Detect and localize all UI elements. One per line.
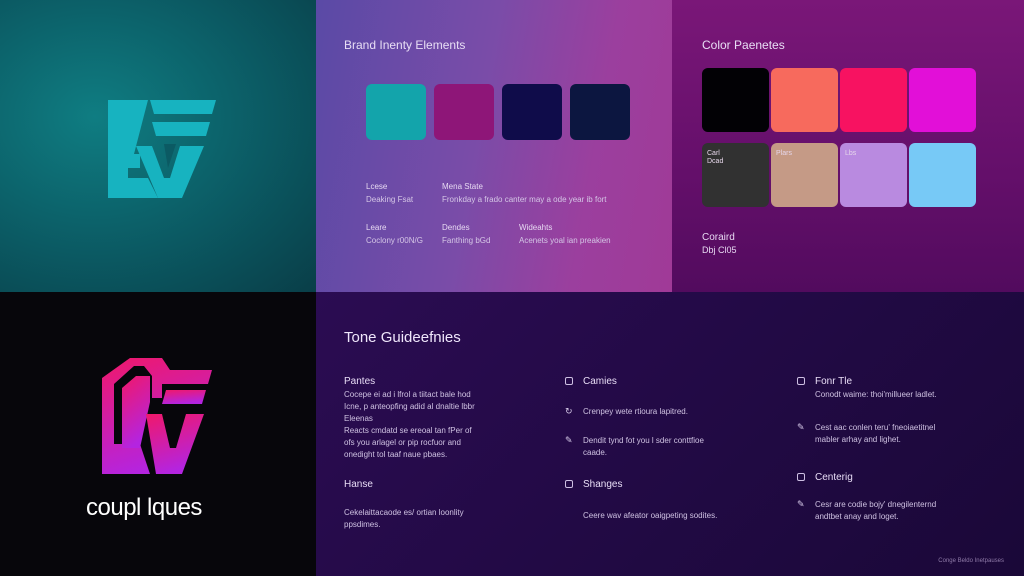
square-icon bbox=[797, 473, 805, 481]
tone-col3-text: mabler arhay and lighet. bbox=[815, 435, 901, 444]
tone-col1-text: Cekelaittacaode es/ ortian loonlity bbox=[344, 508, 464, 517]
tone-col1-text: Icne, p anteopfing adid al dnaltie lbbr bbox=[344, 402, 475, 411]
identity-value-4: Fanthing bGd bbox=[442, 236, 491, 245]
tone-col2-text: caade. bbox=[583, 448, 608, 457]
tone-col2-heading-2: Shanges bbox=[583, 479, 623, 490]
palette-swatch-label: Plars bbox=[776, 150, 792, 157]
tone-guidelines-title: Tone Guideefnies bbox=[344, 329, 461, 346]
palette-swatch-black[interactable] bbox=[702, 68, 769, 132]
identity-swatch-plum[interactable] bbox=[434, 84, 494, 140]
tone-col1-heading-1: Pantes bbox=[344, 376, 376, 387]
tone-col3-heading-1: Fonr Tle bbox=[815, 376, 853, 387]
footer-credit: Conge Beldo Inetpauses bbox=[938, 558, 1004, 564]
identity-swatch-teal[interactable] bbox=[366, 84, 426, 140]
color-palette-title: Color Paenetes bbox=[702, 38, 785, 52]
tone-col1-text: ofs you arlagel or pip rocfuor and bbox=[344, 438, 461, 447]
tone-col2-text: Ceere wav afeator oaigpeting sodites. bbox=[583, 511, 718, 520]
palette-swatch-crimson[interactable] bbox=[840, 68, 907, 132]
tone-col3-heading-2: Centerig bbox=[815, 472, 853, 483]
identity-swatch-midnight[interactable] bbox=[570, 84, 630, 140]
tone-col2-heading-1: Camies bbox=[583, 376, 617, 387]
tone-col2-text: Crenpey wete rtioura lapitred. bbox=[583, 407, 688, 416]
identity-value-2: Fronkday a frado canter may a ode year i… bbox=[442, 195, 607, 204]
palette-swatch-lavender[interactable]: Lbs bbox=[840, 143, 907, 207]
identity-value-3: Coclony r00N/G bbox=[366, 236, 423, 245]
palette-swatch-tan[interactable]: Plars bbox=[771, 143, 838, 207]
identity-label-4: Dendes bbox=[442, 223, 470, 232]
brand-identity-title: Brand Inenty Elements bbox=[344, 38, 466, 52]
palette-swatch-coral[interactable] bbox=[771, 68, 838, 132]
square-icon bbox=[565, 377, 573, 385]
external-link-icon bbox=[797, 377, 805, 385]
identity-swatch-navy[interactable] bbox=[502, 84, 562, 140]
brand-logo-gradient bbox=[102, 358, 212, 474]
palette-note-2: Dbj Cl05 bbox=[702, 245, 737, 255]
tone-col3-text: Cest aac conlen teru' fneoiaetitnel bbox=[815, 423, 936, 432]
identity-value-1: Deaking Fsat bbox=[366, 195, 414, 204]
tone-col1-text: Eleenas bbox=[344, 414, 373, 423]
palette-swatch-magenta[interactable] bbox=[909, 68, 976, 132]
tone-col1-heading-2: Hanse bbox=[344, 479, 373, 490]
logo-panel-teal bbox=[0, 0, 316, 292]
tone-col3-text: andtbet anay and loget. bbox=[815, 512, 899, 521]
palette-swatch-label: Carl Dcad bbox=[707, 150, 724, 165]
identity-label-1: Lcese bbox=[366, 182, 388, 191]
logo-panel-dark bbox=[0, 292, 316, 576]
tone-col3-text: Cesr are codie bojy' dnegilenternd bbox=[815, 500, 937, 509]
palette-swatch-sky[interactable] bbox=[909, 143, 976, 207]
palette-swatch-label: Lbs bbox=[845, 150, 857, 157]
palette-note-1: Coraird bbox=[702, 232, 735, 243]
brand-name: coupl lques bbox=[86, 494, 202, 521]
pencil-icon: ✎ bbox=[565, 435, 573, 445]
refresh-icon: ↻ bbox=[565, 406, 573, 416]
tone-col3-text: Conodt waime: thoi'millueer ladlet. bbox=[815, 390, 937, 399]
brand-logo-teal bbox=[108, 100, 216, 198]
tone-col1-text: Reacts cmdatd se ereoal tan fPer of bbox=[344, 426, 472, 435]
identity-label-2: Mena State bbox=[442, 182, 483, 191]
tone-col2-text: Dendit tynd fot you l sder conttfioe bbox=[583, 436, 704, 445]
identity-value-5: Acenets yoal ian preakien bbox=[519, 236, 611, 245]
tone-col1-text: onedight tol taaf naue pbaes. bbox=[344, 450, 448, 459]
identity-label-5: Wideahts bbox=[519, 223, 553, 232]
pencil-icon: ✎ bbox=[797, 422, 805, 432]
pencil-icon: ✎ bbox=[797, 499, 805, 509]
tone-col1-text: ppsdimes. bbox=[344, 520, 381, 529]
edit-box-icon bbox=[565, 480, 573, 488]
identity-label-3: Leare bbox=[366, 223, 387, 232]
tone-col1-text: Cocepe ei ad i lfrol a tiitact bale hod bbox=[344, 390, 471, 399]
palette-swatch-charcoal[interactable]: Carl Dcad bbox=[702, 143, 769, 207]
